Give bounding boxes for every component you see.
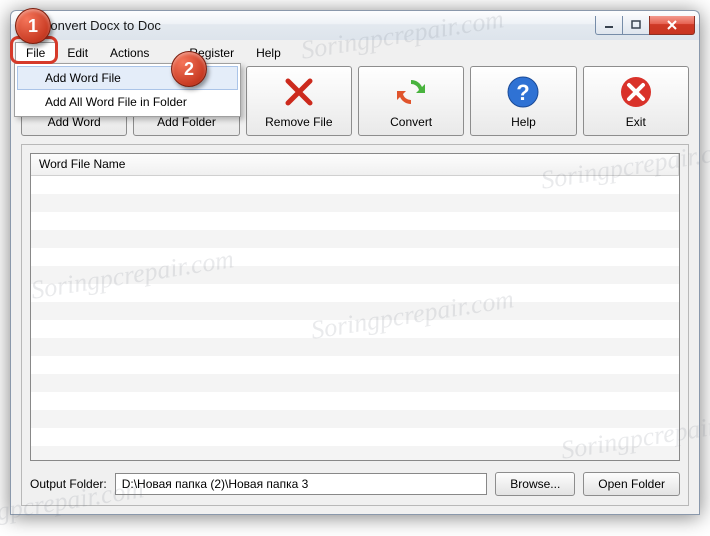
remove-file-label: Remove File (265, 115, 332, 129)
annotation-step-2: 2 (171, 51, 207, 87)
window-title: Convert Docx to Doc (41, 18, 595, 33)
minimize-button[interactable] (595, 16, 623, 35)
open-folder-button[interactable]: Open Folder (583, 472, 680, 496)
convert-icon (393, 74, 429, 110)
file-list-body[interactable] (31, 176, 679, 460)
file-list[interactable]: Word File Name (30, 153, 680, 461)
convert-label: Convert (390, 115, 432, 129)
output-folder-label: Output Folder: (30, 477, 107, 491)
output-folder-field[interactable]: D:\Новая папка (2)\Новая папка 3 (115, 473, 488, 495)
annotation-step-1: 1 (15, 8, 51, 44)
output-row: Output Folder: D:\Новая папка (2)\Новая … (30, 471, 680, 497)
remove-file-button[interactable]: Remove File (246, 66, 352, 136)
title-bar: Convert Docx to Doc (10, 10, 700, 40)
convert-button[interactable]: Convert (358, 66, 464, 136)
menu-edit[interactable]: Edit (56, 42, 99, 62)
close-button[interactable] (649, 16, 695, 35)
column-header-filename[interactable]: Word File Name (31, 154, 679, 176)
menu-help[interactable]: Help (245, 42, 292, 62)
window-controls (595, 16, 695, 35)
remove-icon (281, 74, 317, 110)
main-panel: Word File Name Output Folder: D:\Новая п… (21, 144, 689, 506)
menu-bar: File Edit Actions Register Help (11, 40, 699, 62)
exit-icon (618, 74, 654, 110)
help-icon: ? (505, 74, 541, 110)
file-menu-dropdown: Add Word File Add All Word File in Folde… (14, 63, 241, 117)
help-button[interactable]: ? Help (470, 66, 576, 136)
svg-text:?: ? (517, 80, 530, 105)
exit-label: Exit (626, 115, 646, 129)
menuitem-add-all-word-folder[interactable]: Add All Word File in Folder (17, 90, 238, 114)
maximize-button[interactable] (622, 16, 650, 35)
browse-button[interactable]: Browse... (495, 472, 575, 496)
exit-button[interactable]: Exit (583, 66, 689, 136)
menu-actions[interactable]: Actions (99, 42, 160, 62)
help-label: Help (511, 115, 536, 129)
menu-file[interactable]: File (15, 42, 56, 62)
